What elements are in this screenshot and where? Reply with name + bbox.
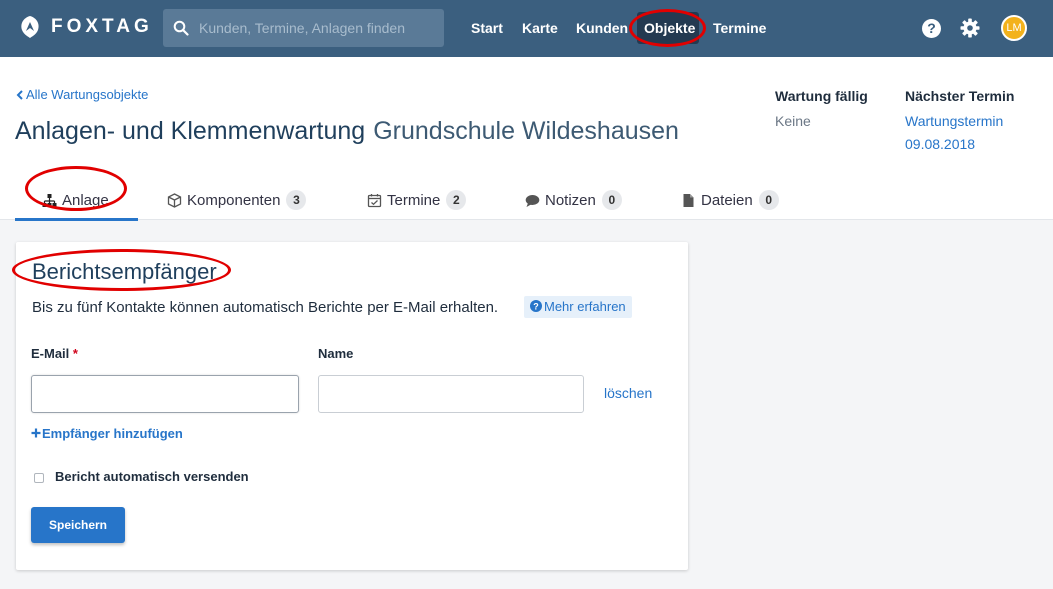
required-marker: * (72, 346, 78, 361)
next-appointment-date: 09.08.2018 (905, 136, 976, 152)
search-box[interactable] (163, 9, 444, 47)
back-link-label: Alle Wartungsobjekte (26, 87, 149, 102)
cube-icon (167, 192, 182, 208)
name-field[interactable] (318, 375, 584, 413)
email-field[interactable] (31, 375, 299, 413)
chevron-left-icon (16, 90, 23, 100)
email-label-text: E-Mail (31, 346, 70, 361)
brand-logo[interactable]: FOXTAG (17, 14, 153, 40)
wartung-heading: Wartung fällig (775, 88, 868, 104)
nav-kunden[interactable]: Kunden (576, 20, 628, 36)
next-appointment-heading: Nächster Termin (905, 88, 1015, 104)
back-link[interactable]: Alle Wartungsobjekte (16, 87, 148, 102)
sitemap-icon (42, 193, 57, 207)
tab-komponenten-count: 3 (286, 190, 307, 210)
next-appointment-info: Nächster Termin Wartungstermin 09.08.201… (905, 88, 1014, 156)
nav-objekte[interactable]: Objekte (644, 20, 695, 36)
tab-termine-count: 2 (446, 190, 467, 210)
auto-send-label[interactable]: Bericht automatisch versenden (55, 469, 249, 484)
nav-start[interactable]: Start (471, 20, 503, 36)
tab-anlage[interactable]: Anlage (42, 181, 109, 219)
plus-icon (31, 428, 41, 438)
wartung-info: Wartung fällig Keine (775, 88, 868, 129)
card-description: Bis zu fünf Kontakte können automatisch … (32, 299, 499, 316)
tab-termine[interactable]: Termine 2 (367, 181, 467, 219)
name-label: Name (318, 346, 354, 361)
fox-logo-icon (21, 16, 39, 38)
more-info-link[interactable]: ? Mehr erfahren (524, 296, 632, 318)
report-recipients-card: Berichtsempfänger Bis zu fünf Kontakte k… (12, 242, 688, 570)
active-tab-indicator (15, 218, 138, 221)
wartung-value: Keine (775, 113, 811, 129)
save-button[interactable]: Speichern (31, 507, 125, 543)
tab-komponenten[interactable]: Komponenten 3 (167, 181, 307, 219)
search-icon (173, 20, 189, 36)
auto-send-checkbox[interactable] (34, 473, 44, 483)
next-appointment-link[interactable]: Wartungstermin 09.08.2018 (905, 110, 1014, 156)
file-icon (683, 193, 694, 207)
page-title-customer: Grundschule Wildeshausen (373, 117, 679, 145)
page-header: Alle Wartungsobjekte Anlagen- und Klemme… (0, 57, 1053, 221)
tab-notizen-count: 0 (601, 190, 622, 210)
tab-dateien-label: Dateien (701, 191, 753, 209)
tab-komponenten-label: Komponenten (187, 191, 281, 209)
page-title-main: Anlagen- und Klemmenwartung (15, 117, 366, 145)
tab-notizen[interactable]: Notizen 0 (525, 181, 622, 219)
svg-text:?: ? (533, 301, 539, 311)
tab-dateien[interactable]: Dateien 0 (681, 181, 779, 219)
calendar-check-icon (367, 193, 382, 207)
tab-anlage-label: Anlage (62, 191, 109, 209)
email-label: E-Mail * (31, 346, 78, 361)
top-navbar: FOXTAG Start Karte Kunden Objekte Termin… (0, 0, 1053, 57)
card-title: Berichtsempfänger (32, 259, 217, 284)
page-title: Anlagen- und Klemmenwartung Grundschule W… (15, 117, 679, 146)
nav-karte[interactable]: Karte (522, 20, 558, 36)
tab-dateien-count: 0 (758, 190, 779, 210)
next-appointment-name: Wartungstermin (905, 113, 1004, 129)
delete-recipient-link[interactable]: löschen (604, 385, 652, 401)
comment-icon (525, 194, 540, 207)
add-recipient-link[interactable]: Empfänger hinzufügen (31, 426, 183, 441)
more-info-label: Mehr erfahren (544, 299, 626, 314)
help-icon[interactable]: ? (922, 19, 941, 38)
gear-icon[interactable] (960, 18, 980, 38)
brand-name: FOXTAG (51, 16, 153, 37)
tab-notizen-label: Notizen (545, 191, 596, 209)
question-circle-icon: ? (530, 300, 542, 312)
tab-termine-label: Termine (387, 191, 441, 209)
nav-termine[interactable]: Termine (713, 20, 766, 36)
add-recipient-label: Empfänger hinzufügen (42, 426, 183, 441)
search-input[interactable] (199, 20, 439, 36)
user-avatar[interactable]: LM (1001, 15, 1027, 41)
